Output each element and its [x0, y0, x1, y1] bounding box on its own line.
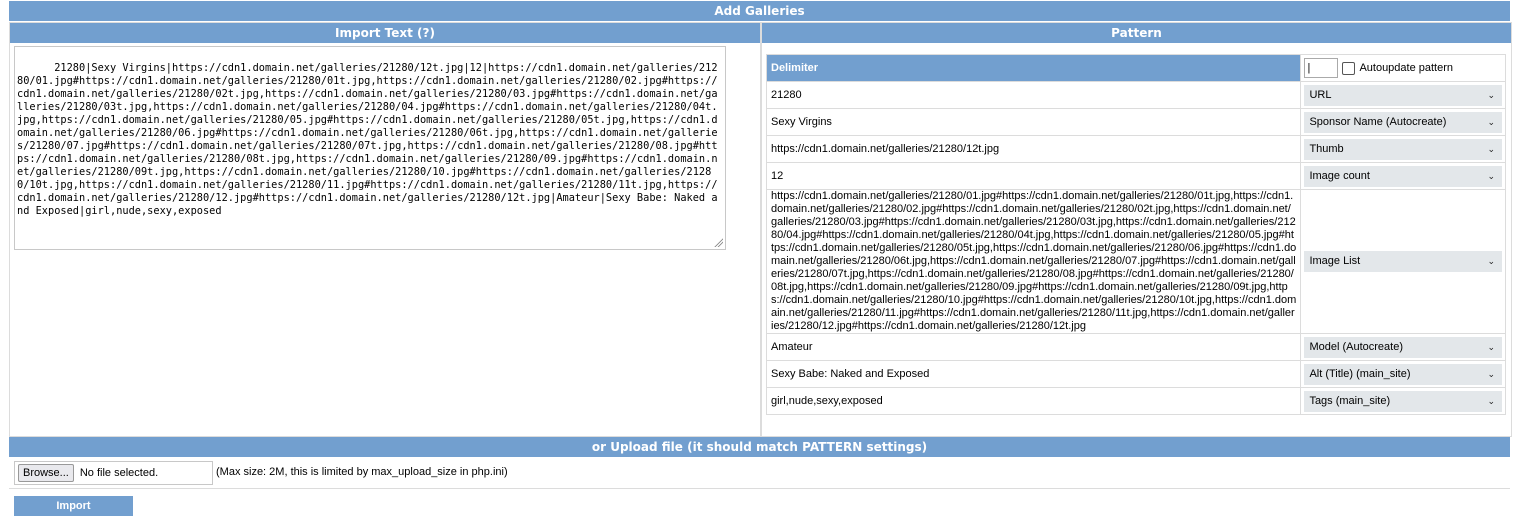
- pattern-row: 21280 URL ⌄: [767, 82, 1505, 108]
- pattern-title: Pattern: [762, 23, 1511, 44]
- pattern-row: Sexy Virgins Sponsor Name (Autocreate) ⌄: [767, 109, 1505, 135]
- add-galleries-page: Add Galleries Import Text (?) 21280|Sexy…: [0, 0, 1514, 518]
- pattern-row: https://cdn1.domain.net/galleries/21280/…: [767, 190, 1505, 333]
- pattern-value: girl,nude,sexy,exposed: [767, 388, 1301, 414]
- import-text-content: 21280|Sexy Virgins|https://cdn1.domain.n…: [17, 62, 718, 217]
- import-text-panel: Import Text (?) 21280|Sexy Virgins|https…: [9, 22, 761, 437]
- field-select-value: Image count: [1309, 169, 1370, 182]
- max-size-note: (Max size: 2M, this is limited by max_up…: [216, 466, 508, 478]
- file-input[interactable]: Browse... No file selected.: [14, 461, 213, 485]
- field-select[interactable]: Image count ⌄: [1304, 165, 1502, 187]
- pattern-table: Delimiter Autoupdate pattern 21280 URL⌄ …: [766, 54, 1506, 415]
- field-select-value: URL: [1309, 88, 1332, 101]
- import-textarea[interactable]: 21280|Sexy Virgins|https://cdn1.domain.n…: [14, 46, 726, 250]
- chevron-down-icon: ⌄: [1487, 143, 1495, 154]
- field-select[interactable]: Sponsor Name (Autocreate) ⌄: [1304, 111, 1502, 133]
- page-title: Add Galleries: [9, 1, 1510, 21]
- chevron-down-icon: ⌄: [1487, 116, 1495, 127]
- chevron-down-icon: ⌄: [1487, 170, 1495, 181]
- field-select[interactable]: Image List ⌄: [1304, 251, 1502, 272]
- field-select[interactable]: Alt (Title) (main_site) ⌄: [1304, 363, 1502, 385]
- browse-button[interactable]: Browse...: [18, 464, 74, 482]
- chevron-down-icon: ⌄: [1487, 341, 1495, 352]
- delimiter-row: Delimiter Autoupdate pattern: [767, 55, 1505, 81]
- pattern-value: https://cdn1.domain.net/galleries/21280/…: [767, 190, 1301, 333]
- pattern-value: 12: [767, 163, 1301, 189]
- field-select-value: Sponsor Name (Autocreate): [1309, 115, 1447, 128]
- upload-title: or Upload file (it should match PATTERN …: [9, 437, 1510, 457]
- resize-handle-icon[interactable]: [713, 237, 723, 247]
- import-text-title[interactable]: Import Text (?): [10, 23, 760, 44]
- field-select[interactable]: Thumb ⌄: [1304, 138, 1502, 160]
- pattern-value: https://cdn1.domain.net/galleries/21280/…: [767, 136, 1301, 162]
- delimiter-label: Delimiter: [767, 55, 1301, 81]
- pattern-value: Sexy Virgins: [767, 109, 1301, 135]
- chevron-down-icon: ⌄: [1487, 256, 1495, 266]
- field-select-value: Model (Autocreate): [1309, 340, 1403, 353]
- pattern-row: https://cdn1.domain.net/galleries/21280/…: [767, 136, 1505, 162]
- field-select[interactable]: Tags (main_site) ⌄: [1304, 390, 1502, 412]
- field-select-value: Alt (Title) (main_site): [1309, 367, 1411, 380]
- pattern-value: Amateur: [767, 334, 1301, 360]
- upload-row: Browse... No file selected. (Max size: 2…: [9, 458, 1510, 489]
- chevron-down-icon: ⌄: [1487, 395, 1495, 406]
- field-select[interactable]: URL ⌄: [1304, 84, 1502, 106]
- field-select-value: Image List: [1309, 255, 1361, 267]
- pattern-value: Sexy Babe: Naked and Exposed: [767, 361, 1301, 387]
- delimiter-input[interactable]: [1304, 58, 1339, 78]
- field-select-value: Tags (main_site): [1309, 394, 1391, 407]
- chevron-down-icon: ⌄: [1487, 368, 1495, 379]
- field-select-value: Thumb: [1309, 142, 1344, 155]
- pattern-row: Amateur Model (Autocreate) ⌄: [767, 334, 1505, 360]
- no-file-label: No file selected.: [79, 467, 159, 479]
- autoupdate-label: Autoupdate pattern: [1359, 62, 1454, 74]
- pattern-row: girl,nude,sexy,exposed Tags (main_site) ⌄: [767, 388, 1505, 414]
- autoupdate-checkbox[interactable]: [1342, 61, 1356, 75]
- chevron-down-icon: ⌄: [1487, 89, 1495, 100]
- field-select[interactable]: Model (Autocreate) ⌄: [1304, 336, 1502, 358]
- pattern-value: 21280: [767, 82, 1301, 108]
- pattern-row: Sexy Babe: Naked and Exposed Alt (Title)…: [767, 361, 1505, 387]
- pattern-row: 12 Image count ⌄: [767, 163, 1505, 189]
- import-button[interactable]: Import: [14, 496, 133, 516]
- pattern-panel: Pattern Delimiter Autoupdate pattern 212…: [761, 22, 1512, 437]
